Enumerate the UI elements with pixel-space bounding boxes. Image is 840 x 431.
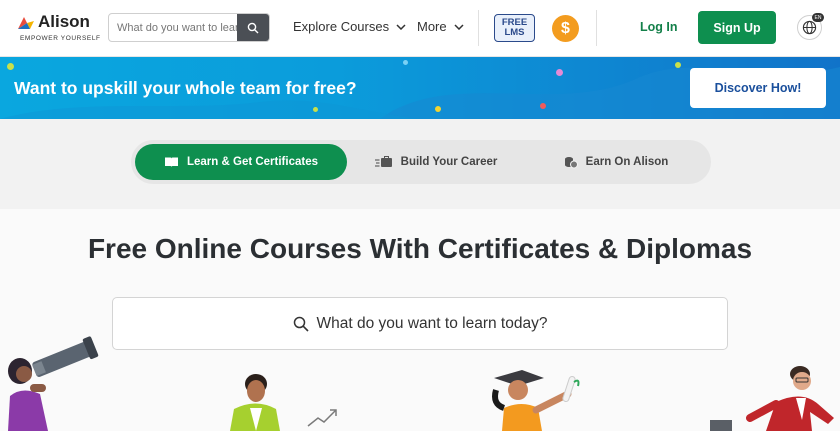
header-search-input[interactable] bbox=[109, 14, 239, 41]
businessman-illustration bbox=[710, 366, 834, 431]
decor-dot bbox=[313, 107, 318, 112]
hero-section: Free Online Courses With Certificates & … bbox=[0, 209, 840, 431]
header-search bbox=[108, 13, 270, 42]
hero-search-field[interactable]: What do you want to learn today? bbox=[112, 297, 728, 350]
coins-icon bbox=[564, 156, 578, 168]
tab-earn-on-alison[interactable]: Earn On Alison bbox=[561, 144, 671, 180]
briefcase-icon bbox=[374, 156, 392, 167]
logo-name: Alison bbox=[38, 12, 90, 31]
nav-explore-courses[interactable]: Explore Courses bbox=[293, 19, 406, 34]
book-icon bbox=[164, 157, 178, 167]
top-header: Alison EMPOWER YOURSELF Explore Courses … bbox=[0, 0, 840, 57]
graduate-illustration bbox=[492, 370, 580, 431]
header-search-button[interactable] bbox=[237, 14, 269, 41]
logo-tagline: EMPOWER YOURSELF bbox=[20, 35, 101, 42]
decor-dot bbox=[540, 103, 546, 109]
hero-search-placeholder: What do you want to learn today? bbox=[316, 314, 548, 332]
divider bbox=[596, 10, 597, 46]
man-chart-illustration bbox=[230, 374, 337, 431]
language-selector[interactable]: EN bbox=[797, 13, 824, 40]
dollar-symbol: $ bbox=[561, 19, 570, 37]
search-icon bbox=[293, 316, 309, 332]
nav-explore-courses-label: Explore Courses bbox=[293, 19, 390, 34]
tab-learn-certificates[interactable]: Learn & Get Certificates bbox=[135, 144, 347, 180]
page-title: Free Online Courses With Certificates & … bbox=[87, 233, 753, 264]
alison-logo[interactable]: Alison EMPOWER YOURSELF bbox=[16, 12, 100, 46]
nav-more-label: More bbox=[417, 19, 447, 34]
decor-dot bbox=[403, 60, 408, 65]
chevron-down-icon bbox=[454, 23, 464, 30]
free-lms-badge[interactable]: FREE LMS bbox=[494, 14, 535, 42]
chevron-down-icon bbox=[396, 23, 406, 30]
tab-build-career[interactable]: Build Your Career bbox=[371, 144, 501, 180]
nav-more[interactable]: More bbox=[417, 19, 464, 34]
decor-dot bbox=[435, 106, 441, 112]
banner-headline: Want to upskill your whole team for free… bbox=[14, 78, 357, 98]
search-icon bbox=[247, 22, 259, 33]
globe-icon bbox=[802, 20, 817, 35]
login-link[interactable]: Log In bbox=[640, 20, 678, 34]
decor-dot bbox=[556, 69, 563, 76]
signup-button[interactable]: Sign Up bbox=[698, 11, 776, 44]
feature-tabs-section: Learn & Get Certificates Build Your Care… bbox=[0, 119, 840, 209]
decor-dot bbox=[675, 62, 681, 68]
tab-earn-label: Earn On Alison bbox=[585, 156, 669, 168]
lms-badge-line-2: LMS bbox=[504, 27, 525, 38]
divider bbox=[478, 10, 479, 46]
decor-dot bbox=[7, 63, 14, 70]
telescope-person-illustration bbox=[8, 336, 99, 431]
team-promo-banner: Want to upskill your whole team for free… bbox=[0, 57, 840, 119]
tab-career-label: Build Your Career bbox=[400, 156, 498, 168]
alison-logo-mark-icon bbox=[18, 17, 34, 29]
discover-how-button[interactable]: Discover How! bbox=[690, 68, 826, 108]
tab-learn-label: Learn & Get Certificates bbox=[186, 156, 318, 168]
feature-tabs: Learn & Get Certificates Build Your Care… bbox=[131, 140, 711, 184]
dollar-icon[interactable]: $ bbox=[552, 15, 579, 42]
language-badge: EN bbox=[812, 13, 824, 22]
